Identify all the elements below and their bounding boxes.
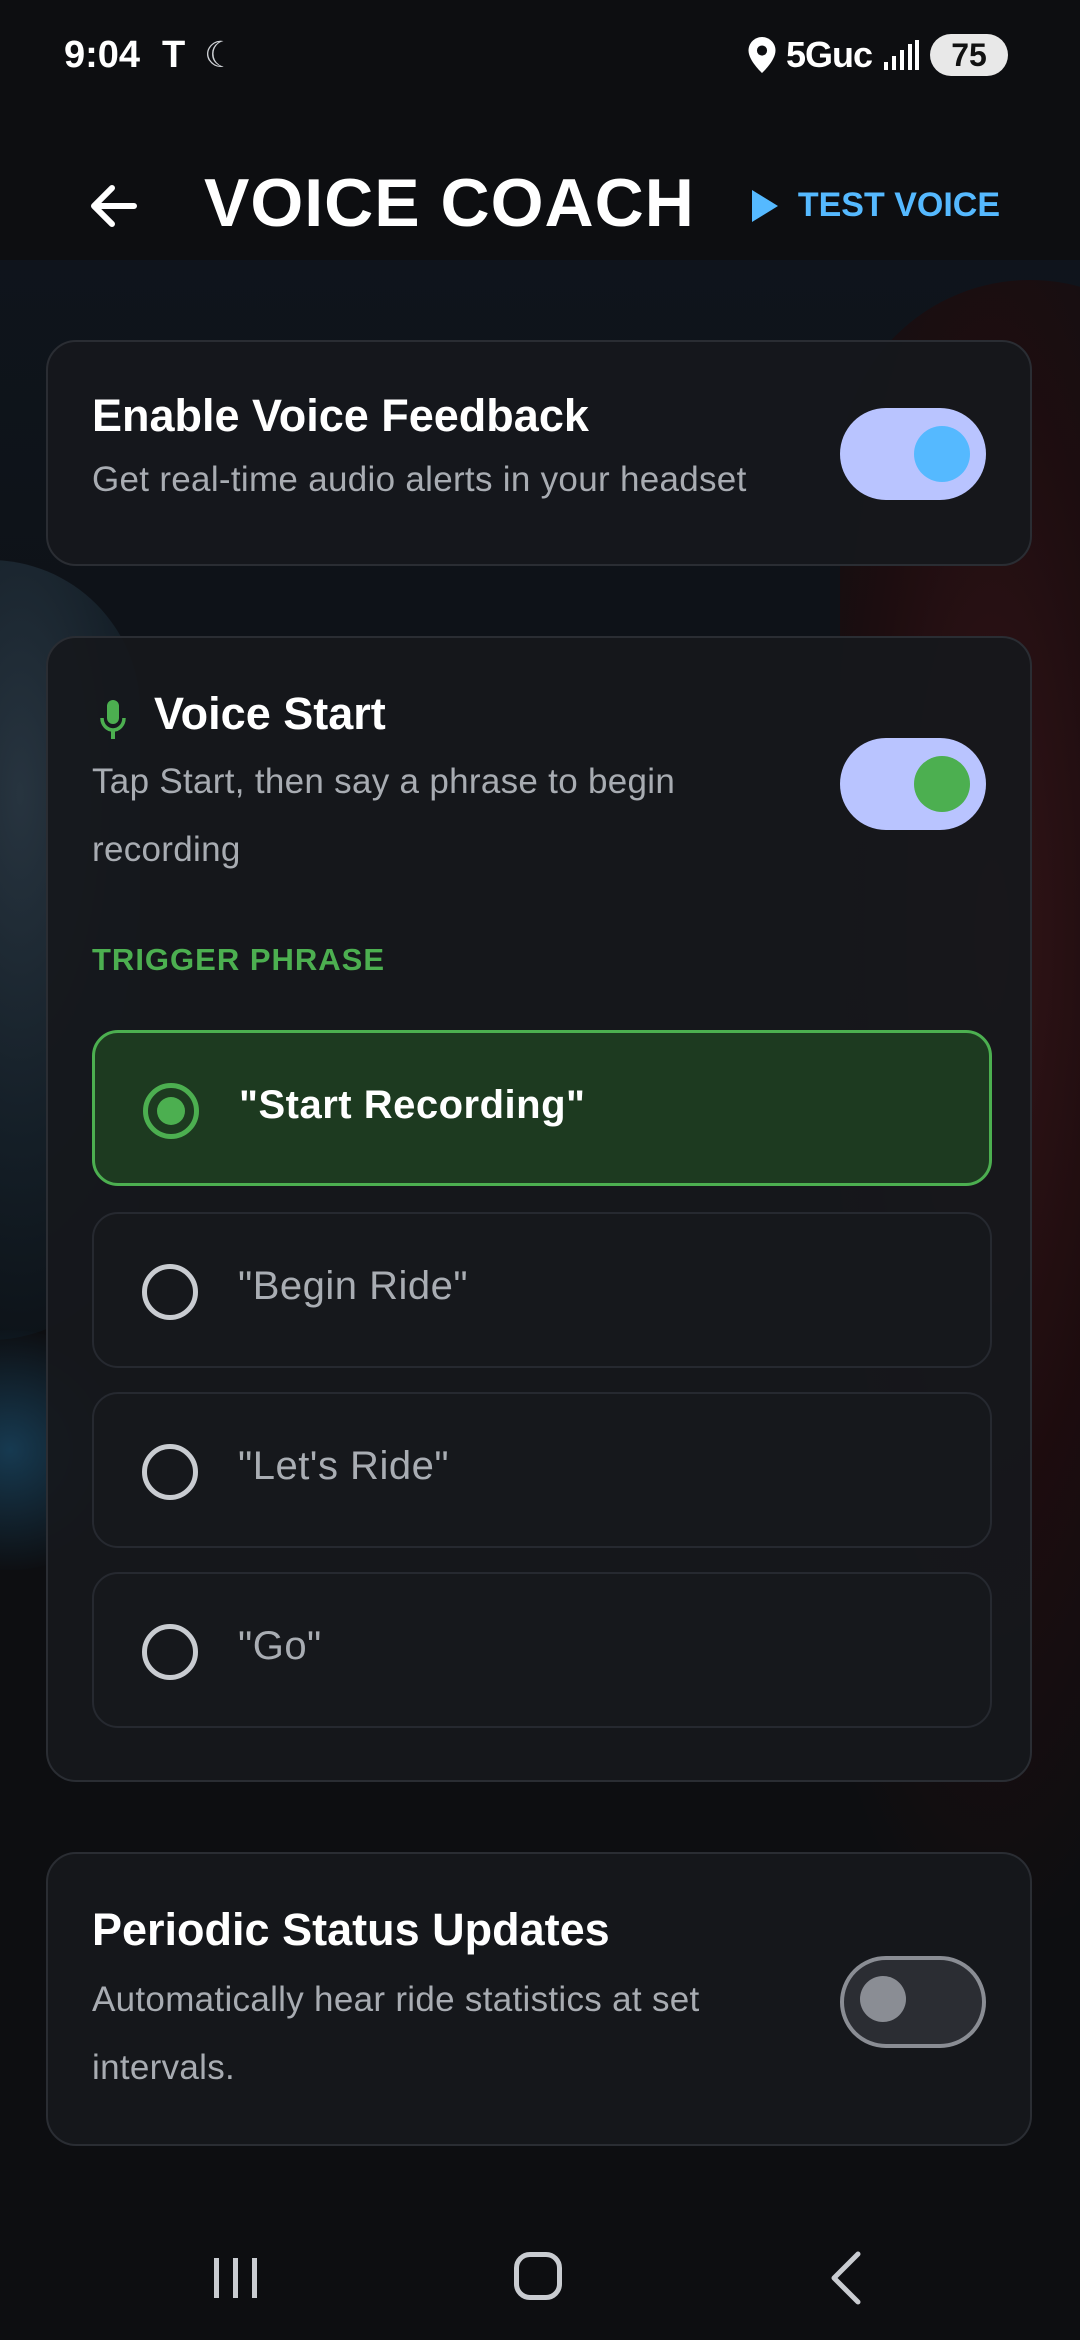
battery-indicator: 75 (930, 34, 1008, 76)
trigger-option-lets-ride[interactable]: "Let's Ride" (92, 1392, 992, 1548)
toggle-knob (914, 756, 970, 812)
toggle-knob (860, 1976, 906, 2022)
trigger-phrase-label: TRIGGER PHRASE (92, 942, 386, 977)
trigger-option-label: "Start Recording" (239, 1083, 586, 1127)
trigger-option-label: "Begin Ride" (238, 1264, 469, 1308)
periodic-updates-subtitle-line2: intervals. (92, 2048, 236, 2087)
carrier-icon: T (162, 34, 186, 76)
voice-start-title: Voice Start (154, 688, 386, 739)
voice-start-subtitle-line1: Tap Start, then say a phrase to begin (92, 762, 676, 801)
microphone-icon (100, 700, 126, 739)
radio-unselected-icon (142, 1624, 198, 1680)
do-not-disturb-moon-icon: ☾ (204, 34, 237, 75)
play-icon (751, 189, 778, 222)
voice-feedback-toggle[interactable] (840, 408, 986, 500)
back-icon[interactable] (826, 2250, 866, 2306)
periodic-updates-subtitle-line1: Automatically hear ride statistics at se… (92, 1980, 700, 2019)
test-voice-label: TEST VOICE (797, 186, 1000, 224)
voice-start-subtitle-line2: recording (92, 830, 241, 869)
periodic-updates-toggle[interactable] (840, 1956, 986, 2048)
status-bar: 9:04 T ☾ 5Guc 75 (0, 0, 1080, 120)
voice-start-card: Voice Start Tap Start, then say a phrase… (46, 636, 1032, 1782)
back-arrow-icon[interactable] (84, 176, 144, 236)
test-voice-button[interactable]: TEST VOICE (751, 186, 1000, 225)
network-type: 5Guc (785, 34, 873, 75)
trigger-option-begin-ride[interactable]: "Begin Ride" (92, 1212, 992, 1368)
voice-feedback-card: Enable Voice Feedback Get real-time audi… (46, 340, 1032, 566)
radio-selected-icon (143, 1083, 199, 1139)
trigger-option-label: "Let's Ride" (238, 1444, 450, 1488)
home-icon[interactable] (514, 2252, 562, 2300)
voice-feedback-title: Enable Voice Feedback (92, 390, 589, 441)
signal-bars-icon (884, 40, 919, 70)
trigger-option-start-recording[interactable]: "Start Recording" (92, 1030, 992, 1186)
toggle-knob (914, 426, 970, 482)
trigger-option-label: "Go" (238, 1624, 322, 1668)
status-right-group: 5Guc 75 (748, 34, 1008, 76)
voice-start-toggle[interactable] (840, 738, 986, 830)
page-title: VOICE COACH (204, 165, 695, 241)
radio-unselected-icon (142, 1264, 198, 1320)
app-header: VOICE COACH TEST VOICE (0, 150, 1080, 260)
periodic-updates-title: Periodic Status Updates (92, 1904, 610, 1955)
location-pin-icon (748, 37, 776, 73)
status-time: 9:04 (64, 34, 141, 76)
radio-unselected-icon (142, 1444, 198, 1500)
voice-feedback-subtitle: Get real-time audio alerts in your heads… (92, 460, 747, 499)
system-nav-bar (0, 2220, 1080, 2340)
trigger-option-go[interactable]: "Go" (92, 1572, 992, 1728)
recent-apps-icon[interactable] (210, 2256, 262, 2300)
periodic-updates-card: Periodic Status Updates Automatically he… (46, 1852, 1032, 2146)
